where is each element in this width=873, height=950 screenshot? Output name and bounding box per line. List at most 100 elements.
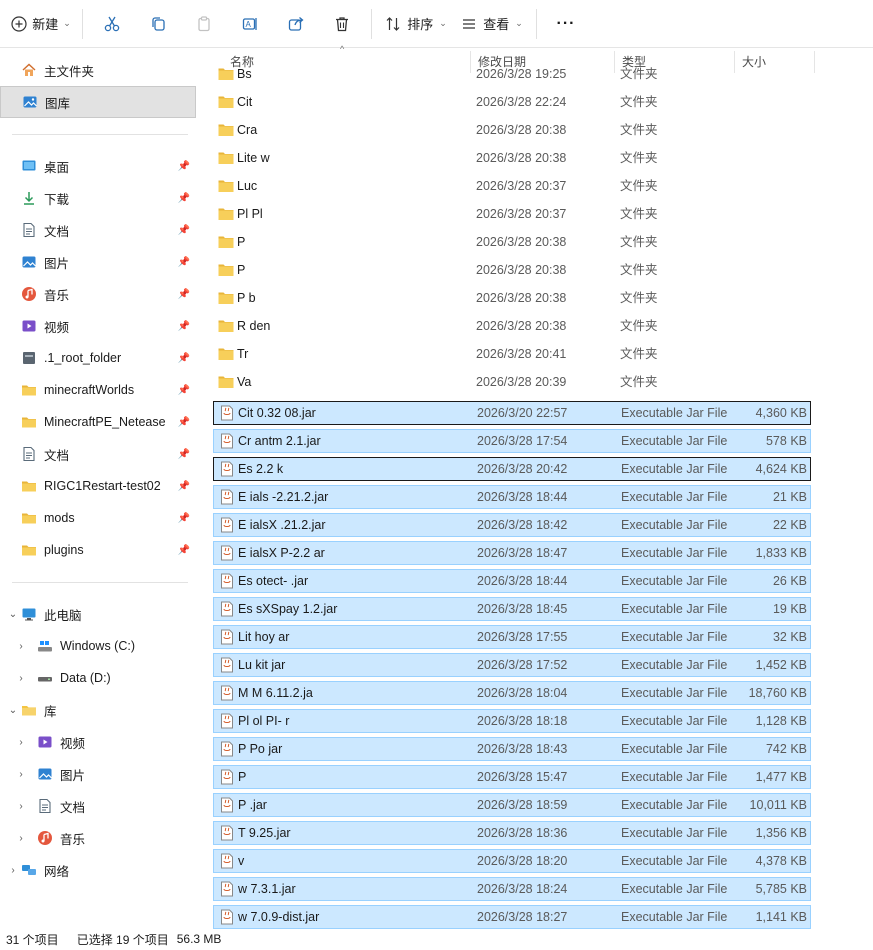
column-divider[interactable] <box>814 51 815 73</box>
nav-item-quick-access[interactable]: 视频 📌 <box>0 310 196 342</box>
nav-item-quick-access[interactable]: 图片 📌 <box>0 246 196 278</box>
nav-item-library-music[interactable]: › 音乐 <box>0 822 196 854</box>
folder-row[interactable]: Cit 2026/3/28 22:24 文件夹 <box>213 91 811 115</box>
file-row[interactable]: E ialsX P-2.2 ar 2026/3/28 18:47 Executabl… <box>213 541 811 565</box>
view-button[interactable]: 查看 ⌄ <box>454 8 530 40</box>
nav-item-library-pictures[interactable]: › 图片 <box>0 758 196 790</box>
nav-item-quick-access[interactable]: 文档 📌 <box>0 438 196 470</box>
file-type: Executable Jar File <box>621 686 728 700</box>
nav-item-quick-access[interactable]: minecraftWorlds 📌 <box>0 374 196 406</box>
chevron-right-icon[interactable]: › <box>14 641 28 652</box>
nav-item-library[interactable]: ⌄ 库 <box>0 694 196 726</box>
folder-row[interactable]: Pl Pl 2026/3/28 20:37 文件夹 <box>213 203 811 227</box>
folder-row[interactable]: P b 2026/3/28 20:38 文件夹 <box>213 287 811 311</box>
pin-icon[interactable]: 📌 <box>178 225 190 236</box>
file-row[interactable]: Cit 0.32 08.jar 2026/3/20 22:57 Executable… <box>213 401 811 425</box>
file-row[interactable]: Lit hoy ar 2026/3/28 17:55 Executable Jar … <box>213 625 811 649</box>
file-row[interactable]: M M 6.11.2.ja 2026/3/28 18:04 Executable J… <box>213 681 811 705</box>
pin-icon[interactable]: 📌 <box>178 481 190 492</box>
chevron-right-icon[interactable]: › <box>14 737 28 748</box>
nav-item-quick-access[interactable]: mods 📌 <box>0 502 196 534</box>
pin-icon[interactable]: 📌 <box>178 417 190 428</box>
file-row[interactable]: T 9.25.jar 2026/3/28 18:36 Executable Jar … <box>213 821 811 845</box>
file-row[interactable]: E ialsX .21.2.jar 2026/3/28 18:42 Executab… <box>213 513 811 537</box>
folder-row[interactable]: R den 2026/3/28 20:38 文件夹 <box>213 315 811 339</box>
folder-row[interactable]: P 2026/3/28 20:38 文件夹 <box>213 259 811 283</box>
delete-button[interactable] <box>319 8 365 40</box>
nav-item-library-video[interactable]: › 视频 <box>0 726 196 758</box>
pin-icon[interactable]: 📌 <box>178 353 190 364</box>
jar-file-icon <box>218 430 236 452</box>
chevron-right-icon[interactable]: › <box>14 833 28 844</box>
paste-button[interactable] <box>181 8 227 40</box>
file-row[interactable]: Es otect- .jar 2026/3/28 18:44 Executable … <box>213 569 811 593</box>
nav-item-drive-d[interactable]: › Data (D:) <box>0 662 196 694</box>
share-button[interactable] <box>273 8 319 40</box>
folder-row[interactable]: Tr 2026/3/28 20:41 文件夹 <box>213 343 811 367</box>
nav-item-network[interactable]: › 网络 <box>0 854 196 886</box>
more-options-button[interactable]: ··· <box>543 8 589 40</box>
folder-row[interactable]: Bs 2026/3/28 19:25 文件夹 <box>213 63 811 87</box>
folder-row[interactable]: Luc 2026/3/28 20:37 文件夹 <box>213 175 811 199</box>
rename-button[interactable]: A <box>227 8 273 40</box>
pin-icon[interactable]: 📌 <box>178 161 190 172</box>
file-name: P <box>237 235 246 249</box>
nav-item-this-pc[interactable]: ⌄ 此电脑 <box>0 598 196 630</box>
file-row[interactable]: Cr antm 2.1.jar 2026/3/28 17:54 Executable… <box>213 429 811 453</box>
file-row[interactable]: Es sXSpay 1.2.jar 2026/3/28 18:45 Executab… <box>213 597 811 621</box>
file-row[interactable]: Lu kit jar 2026/3/28 17:52 Executable Jar … <box>213 653 811 677</box>
chevron-right-icon[interactable]: › <box>6 865 20 876</box>
folder-row[interactable]: Va 2026/3/28 20:39 文件夹 <box>213 371 811 395</box>
file-date: 2026/3/28 18:36 <box>477 826 568 840</box>
file-row[interactable]: v 2026/3/28 18:20 Executable Jar File 4,378… <box>213 849 811 873</box>
nav-item-label: 音乐 <box>60 832 86 847</box>
pin-icon[interactable]: 📌 <box>178 289 190 300</box>
nav-item-quick-access[interactable]: .1_root_folder 📌 <box>0 342 196 374</box>
pin-icon[interactable]: 📌 <box>178 513 190 524</box>
pin-icon[interactable]: 📌 <box>178 385 190 396</box>
sort-button[interactable]: 排序 ⌄ <box>378 8 454 40</box>
folder-row[interactable]: Cra 2026/3/28 20:38 文件夹 <box>213 119 811 143</box>
chevron-right-icon[interactable]: › <box>14 769 28 780</box>
new-button-label: 新建 <box>32 17 59 32</box>
chevron-down-icon[interactable]: ⌄ <box>6 609 20 620</box>
pin-icon[interactable]: 📌 <box>178 193 190 204</box>
nav-item-quick-access[interactable]: 下载 📌 <box>0 182 196 214</box>
file-list: ^ 名称 修改日期 类型 大小 Bs 2026/3/28 19:25 文件夹 Cit 2… <box>200 44 873 929</box>
chevron-down-icon[interactable]: ⌄ <box>6 705 20 716</box>
file-size: 1,141 KB <box>755 910 807 924</box>
nav-item-quick-access[interactable]: 文档 📌 <box>0 214 196 246</box>
nav-item-home[interactable]: 主文件夹 <box>0 54 196 86</box>
nav-item-quick-access[interactable]: plugins 📌 <box>0 534 196 566</box>
nav-item-quick-access[interactable]: MinecraftPE_Netease 📌 <box>0 406 196 438</box>
file-row[interactable]: w 7.3.1.jar 2026/3/28 18:24 Executable Jar… <box>213 877 811 901</box>
nav-item-quick-access[interactable]: 桌面 📌 <box>0 150 196 182</box>
pin-icon[interactable]: 📌 <box>178 321 190 332</box>
copy-button[interactable] <box>135 8 181 40</box>
file-row[interactable]: P .jar 2026/3/28 18:59 Executable Jar File… <box>213 793 811 817</box>
pin-icon[interactable]: 📌 <box>178 257 190 268</box>
chevron-right-icon[interactable]: › <box>14 801 28 812</box>
file-type: Executable Jar File <box>621 770 728 784</box>
nav-item-gallery[interactable]: 图库 <box>0 86 196 118</box>
folder-row[interactable]: Lite w 2026/3/28 20:38 文件夹 <box>213 147 811 171</box>
chevron-right-icon[interactable]: › <box>14 673 28 684</box>
pin-icon[interactable]: 📌 <box>178 545 190 556</box>
nav-item-label: Data (D:) <box>60 671 111 685</box>
file-row[interactable]: w 7.0.9-dist.jar 2026/3/28 18:27 Executabl… <box>213 905 811 929</box>
file-row[interactable]: E ials -2.21.2.jar 2026/3/28 18:44 Executa… <box>213 485 811 509</box>
file-row[interactable]: P Po jar 2026/3/28 18:43 Executable Jar Fi… <box>213 737 811 761</box>
cut-button[interactable] <box>89 8 135 40</box>
nav-item-quick-access[interactable]: RIGC1Restart-test02 📌 <box>0 470 196 502</box>
nav-item-quick-access[interactable]: 音乐 📌 <box>0 278 196 310</box>
file-row[interactable]: Pl ol PI- r 2026/3/28 18:18 Executable Jar… <box>213 709 811 733</box>
file-row[interactable]: Es 2.2 k 2026/3/28 20:42 Executable Jar Fi… <box>213 457 811 481</box>
nav-item-label: 文档 <box>44 224 70 239</box>
nav-item-drive-c[interactable]: › Windows (C:) <box>0 630 196 662</box>
nav-item-library-documents[interactable]: › 文档 <box>0 790 196 822</box>
file-name: E ialsX P-2.2 ar <box>238 546 325 560</box>
pin-icon[interactable]: 📌 <box>178 449 190 460</box>
folder-row[interactable]: P 2026/3/28 20:38 文件夹 <box>213 231 811 255</box>
file-row[interactable]: P 2026/3/28 15:47 Executable Jar File 1,477… <box>213 765 811 789</box>
new-button[interactable]: 新建 ⌄ <box>6 8 76 40</box>
